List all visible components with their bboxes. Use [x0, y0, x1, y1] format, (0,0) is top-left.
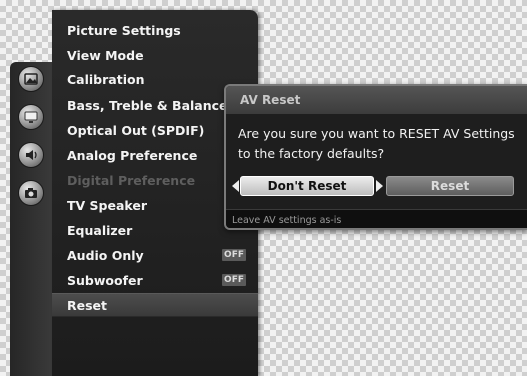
menu-item-label: Bass, Treble & Balance	[67, 97, 228, 113]
dont-reset-button[interactable]: Don't Reset	[240, 176, 374, 196]
dialog-footer-hint: Leave AV settings as-is	[226, 209, 527, 228]
menu-item-label: Equalizer	[67, 222, 133, 238]
menu-item-reset[interactable]: Reset	[52, 293, 258, 317]
arrow-left-icon[interactable]	[232, 180, 239, 192]
av-reset-dialog: AV Reset Are you sure you want to RESET …	[224, 84, 527, 230]
menu-item-label: TV Speaker	[67, 197, 148, 213]
picture-icon[interactable]	[18, 66, 44, 92]
audio-speaker-icon[interactable]	[18, 142, 44, 168]
menu-item-subwoofer[interactable]: Subwoofer OFF	[52, 268, 258, 292]
menu-item-label: Subwoofer	[67, 272, 143, 288]
menu-item-label: Optical Out (SPDIF)	[67, 122, 205, 138]
menu-item-label: Analog Preference	[67, 147, 198, 163]
menu-item-label: Audio Only	[67, 247, 144, 263]
menu-item-audio-only[interactable]: Audio Only OFF	[52, 243, 258, 267]
audio-only-toggle[interactable]: OFF	[222, 249, 246, 261]
dialog-title: AV Reset	[226, 86, 527, 114]
menu-item-label: Digital Preference	[67, 172, 196, 188]
subwoofer-toggle[interactable]: OFF	[222, 274, 246, 286]
category-icon-strip	[10, 62, 52, 376]
dialog-message: Are you sure you want to RESET AV Settin…	[238, 124, 527, 164]
menu-item-label: View Mode	[67, 47, 144, 63]
menu-item-label: Calibration	[67, 71, 145, 87]
camera-icon[interactable]	[18, 180, 44, 206]
reset-button[interactable]: Reset	[386, 176, 514, 196]
tv-screen-icon[interactable]	[18, 104, 44, 130]
tv-settings-screen: Picture Settings View Mode Calibration B…	[0, 0, 527, 376]
menu-item-label: Picture Settings	[67, 22, 181, 38]
menu-item-view-mode[interactable]: View Mode	[52, 43, 258, 67]
arrow-right-icon[interactable]	[376, 180, 383, 192]
menu-item-picture-settings[interactable]: Picture Settings	[52, 18, 258, 42]
menu-item-label: Reset	[67, 297, 107, 313]
dialog-message-line-2: to the factory defaults?	[238, 146, 385, 161]
dialog-message-line-1: Are you sure you want to RESET AV Settin…	[238, 126, 515, 141]
